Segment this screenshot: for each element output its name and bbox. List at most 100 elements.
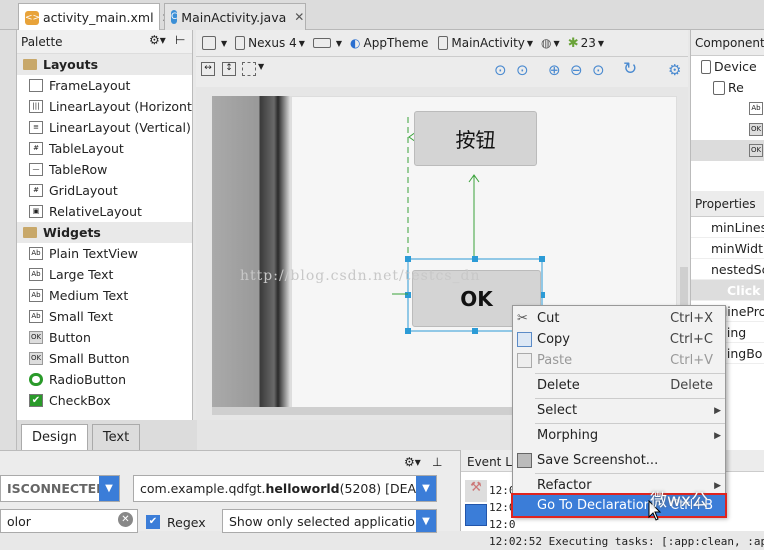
overlay-watermark: 微wx公 <box>650 491 708 511</box>
tab-design[interactable]: Design <box>21 424 88 450</box>
palette-item[interactable]: ✔ CheckBox <box>17 390 192 411</box>
tree-item-device[interactable]: Device <box>691 56 764 77</box>
palette-item[interactable]: |||LinearLayout (Horizontal) <box>17 96 192 117</box>
tree-item-button[interactable]: OK <box>691 119 764 140</box>
textview-icon: Ab <box>29 247 43 260</box>
palette-item[interactable]: ≡ LinearLayout (Vertical) <box>17 117 192 138</box>
menu-separator <box>535 398 725 399</box>
table-row-icon: — <box>29 163 43 176</box>
palette-item[interactable]: ▣ RelativeLayout <box>17 201 192 222</box>
menu-separator <box>535 473 725 474</box>
hide-panel-icon[interactable]: ⊥ <box>432 455 442 469</box>
palette-item[interactable]: Ab Large Text <box>17 264 192 285</box>
palette-item[interactable]: — TableRow <box>17 159 192 180</box>
tab-activity-main-xml[interactable]: <> activity_main.xml ✕ <box>18 3 172 31</box>
palette-panel: Palette ⚙▾ ⊢ Layouts FrameLayout ||| Line… <box>17 30 193 420</box>
device-selector[interactable]: Nexus 4 ▼ <box>235 36 305 50</box>
menu-separator <box>535 423 725 424</box>
fit-height-icon[interactable]: ↕ <box>222 62 236 76</box>
api-selector[interactable]: ✱ 23 ▼ <box>568 36 604 51</box>
palette-item[interactable]: Ab Plain TextView <box>17 243 192 264</box>
submenu-arrow-icon: ▶ <box>714 480 721 491</box>
process-combo[interactable]: com.example.qdfgt. helloworld (5208) [DEA… <box>133 475 437 502</box>
tree-item-textview[interactable]: Ab <box>691 98 764 119</box>
locale-selector[interactable]: ◍ ▼ <box>541 36 560 50</box>
gear-icon[interactable]: ⚙▾ <box>404 455 421 469</box>
textview-icon: Ab <box>29 310 43 323</box>
submenu-arrow-icon: ▶ <box>714 405 721 416</box>
close-icon[interactable]: ✕ <box>294 10 304 24</box>
refresh-icon[interactable]: ↻ <box>623 59 637 79</box>
palette-item[interactable]: Ab Small Text <box>17 306 192 327</box>
clear-icon[interactable]: ✕ <box>118 512 133 527</box>
property-section[interactable]: Click <box>691 280 764 301</box>
logcat-panel: ⚙▾ ⊥ ISCONNECTED] ▼ com.example.qdfgt. he… <box>0 450 460 533</box>
menu-item-select[interactable]: Select ▶ <box>513 400 725 421</box>
device-combo[interactable]: ISCONNECTED] ▼ <box>0 475 120 502</box>
chevron-down-icon[interactable]: ▼ <box>416 510 436 532</box>
zoom-out-icon[interactable]: ⊖ <box>570 61 583 79</box>
menu-item-cut[interactable]: ✂ Cut Ctrl+X <box>513 308 725 329</box>
button-icon: OK <box>29 352 43 365</box>
folder-icon <box>23 59 37 70</box>
android-icon: ✱ <box>567 35 579 51</box>
activity-selector[interactable]: MainActivity ▼ <box>438 36 533 50</box>
properties-title: Properties <box>691 191 764 217</box>
render-options-button[interactable]: ▼ <box>202 36 227 50</box>
palette-item[interactable]: Ab Medium Text <box>17 285 192 306</box>
layout-editor-toolbar: ▼ Nexus 4 ▼ ▼ ◐ AppTheme MainActivity ▼ ◍ ▼ … <box>196 30 688 57</box>
menu-item-delete[interactable]: Delete Delete <box>513 375 725 396</box>
wrench-icon[interactable]: ⚒ <box>465 480 487 502</box>
palette-item[interactable]: OK Button <box>17 327 192 348</box>
globe-icon: ◍ <box>541 36 552 50</box>
zoom-toolbar: ↔ ↕ ▼ ⊙ ⊙ ⊕ ⊖ ⊙ ↻ ⚙ <box>196 57 688 87</box>
property-row[interactable]: minLines <box>691 217 764 238</box>
button-icon: OK <box>29 331 43 344</box>
activity-icon <box>438 36 449 50</box>
button-icon: OK <box>749 123 763 136</box>
zoom-actual-icon[interactable]: ⊙ <box>494 61 507 79</box>
palette-item[interactable]: FrameLayout <box>17 75 192 96</box>
property-row[interactable]: nestedScr <box>691 259 764 280</box>
collapse-icon[interactable]: ⊢ <box>175 33 185 47</box>
palette-section-layouts[interactable]: Layouts <box>17 54 192 75</box>
palette-title: Palette <box>21 34 63 49</box>
palette-section-widgets[interactable]: Widgets <box>17 222 192 243</box>
palette-item[interactable]: # TableLayout <box>17 138 192 159</box>
menu-item-morphing[interactable]: Morphing ▶ <box>513 425 725 446</box>
message-icon[interactable] <box>465 504 487 526</box>
menu-item-save-screenshot[interactable]: Save Screenshot... <box>513 450 725 471</box>
zoom-reset-icon[interactable]: ⊙ <box>592 61 605 79</box>
chevron-down-icon[interactable]: ▼ <box>99 476 119 501</box>
device-icon <box>701 59 711 74</box>
fit-width-icon[interactable]: ↔ <box>201 62 215 76</box>
tree-item-root[interactable]: Re <box>691 77 764 98</box>
canvas-button-1[interactable]: 按钮 <box>414 111 537 166</box>
file-icon <box>202 36 216 50</box>
chevron-down-icon[interactable]: ▼ <box>258 62 264 71</box>
tab-text[interactable]: Text <box>91 424 141 450</box>
gear-icon[interactable]: ⚙▾ <box>149 33 166 47</box>
theme-selector[interactable]: ◐ AppTheme <box>350 36 428 50</box>
rotate-icon <box>312 38 331 48</box>
gear-icon[interactable]: ⚙ <box>668 61 681 79</box>
zoom-in-icon[interactable]: ⊕ <box>548 61 561 79</box>
menu-item-copy[interactable]: Copy Ctrl+C <box>513 329 725 350</box>
orientation-selector[interactable]: ▼ <box>312 38 342 48</box>
tree-item-button-selected[interactable]: OK <box>691 140 764 161</box>
menu-item-paste[interactable]: Paste Ctrl+V <box>513 350 725 371</box>
layout-options-icon[interactable] <box>242 62 256 76</box>
palette-item[interactable]: RadioButton <box>17 369 192 390</box>
regex-checkbox[interactable]: ✔ <box>146 515 160 529</box>
property-row[interactable]: minWidth <box>691 238 764 259</box>
tab-main-activity-java[interactable]: C MainActivity.java ✕ <box>164 3 306 30</box>
chevron-down-icon[interactable]: ▼ <box>416 476 436 501</box>
palette-item[interactable]: OK Small Button <box>17 348 192 369</box>
palette-item[interactable]: # GridLayout <box>17 180 192 201</box>
scissors-icon: ✂ <box>517 311 528 326</box>
log-scope-combo[interactable]: Show only selected application ▼ <box>222 509 437 533</box>
editor-tab-bar: <> activity_main.xml ✕ C MainActivity.ja… <box>0 0 764 31</box>
log-filter-input[interactable]: olor ✕ <box>0 509 138 533</box>
screenshot-icon <box>517 453 532 468</box>
zoom-fit-icon[interactable]: ⊙ <box>516 61 529 79</box>
